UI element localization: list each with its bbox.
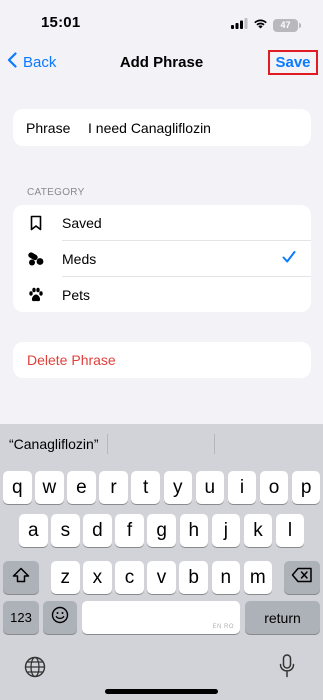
globe-icon[interactable]	[24, 656, 46, 683]
key-v[interactable]: v	[147, 561, 176, 594]
space-language-label: EN RO	[212, 624, 234, 630]
key-l[interactable]: l	[275, 514, 305, 547]
return-key[interactable]: return	[245, 601, 320, 634]
keyboard: “Canagliflozin” qwertyuiop asdfghjkl zxc…	[0, 424, 323, 700]
bookmark-icon	[27, 214, 45, 232]
delete-phrase-button[interactable]: Delete Phrase	[13, 342, 311, 378]
key-w[interactable]: w	[35, 471, 64, 504]
phrase-field-row[interactable]: Phrase I need Canagliflozin	[13, 109, 311, 146]
pills-icon	[27, 250, 45, 268]
key-k[interactable]: k	[243, 514, 273, 547]
paw-icon	[27, 286, 45, 304]
status-time: 15:01	[41, 14, 81, 31]
shift-icon	[12, 567, 30, 589]
category-item-saved[interactable]: Saved	[13, 205, 311, 241]
space-key[interactable]: EN RO	[82, 601, 240, 634]
navigation-bar: Back Add Phrase Save	[0, 44, 323, 82]
key-m[interactable]: m	[243, 561, 273, 594]
numbers-key[interactable]: 123	[3, 601, 39, 634]
key-j[interactable]: j	[211, 514, 241, 547]
delete-key[interactable]	[284, 561, 320, 594]
wifi-icon	[253, 16, 268, 34]
key-a[interactable]: a	[19, 514, 48, 547]
key-f[interactable]: f	[115, 514, 144, 547]
suggestion-divider	[107, 434, 108, 454]
emoji-key[interactable]	[43, 601, 77, 634]
key-s[interactable]: s	[51, 514, 80, 547]
status-bar: 15:01 47	[0, 0, 323, 44]
key-n[interactable]: n	[211, 561, 240, 594]
key-y[interactable]: y	[163, 471, 192, 504]
key-x[interactable]: x	[83, 561, 112, 594]
suggestion-divider	[214, 434, 215, 454]
home-indicator	[105, 689, 218, 694]
checkmark-icon	[282, 250, 296, 267]
key-c[interactable]: c	[115, 561, 144, 594]
suggestion-bar: “Canagliflozin”	[0, 424, 323, 464]
key-t[interactable]: t	[131, 471, 160, 504]
key-b[interactable]: b	[179, 561, 208, 594]
category-item-pets[interactable]: Pets	[13, 277, 311, 313]
key-q[interactable]: q	[3, 471, 32, 504]
key-h[interactable]: h	[179, 514, 208, 547]
backspace-icon	[291, 567, 313, 589]
category-label: Saved	[62, 215, 102, 231]
emoji-icon	[51, 606, 69, 630]
key-z[interactable]: z	[51, 561, 80, 594]
key-r[interactable]: r	[99, 471, 128, 504]
save-button[interactable]: Save	[268, 50, 318, 75]
key-o[interactable]: o	[259, 471, 289, 504]
suggestion-item[interactable]: “Canagliflozin”	[9, 436, 98, 452]
key-p[interactable]: p	[291, 471, 321, 504]
phrase-input[interactable]: I need Canagliflozin	[88, 120, 211, 136]
phrase-label: Phrase	[26, 119, 71, 136]
category-header: CATEGORY	[27, 187, 85, 198]
microphone-icon[interactable]	[279, 654, 295, 683]
status-icons: 47	[231, 16, 301, 34]
key-g[interactable]: g	[147, 514, 176, 547]
signal-icon	[231, 16, 248, 34]
key-u[interactable]: u	[195, 471, 225, 504]
category-list: Saved Meds Pets	[13, 205, 311, 312]
shift-key[interactable]	[3, 561, 39, 594]
battery-icon: 47	[273, 18, 301, 32]
category-label: Meds	[62, 251, 97, 267]
key-e[interactable]: e	[67, 471, 96, 504]
category-item-meds[interactable]: Meds	[13, 241, 311, 277]
category-label: Pets	[62, 287, 91, 303]
key-d[interactable]: d	[83, 514, 112, 547]
key-i[interactable]: i	[227, 471, 257, 504]
